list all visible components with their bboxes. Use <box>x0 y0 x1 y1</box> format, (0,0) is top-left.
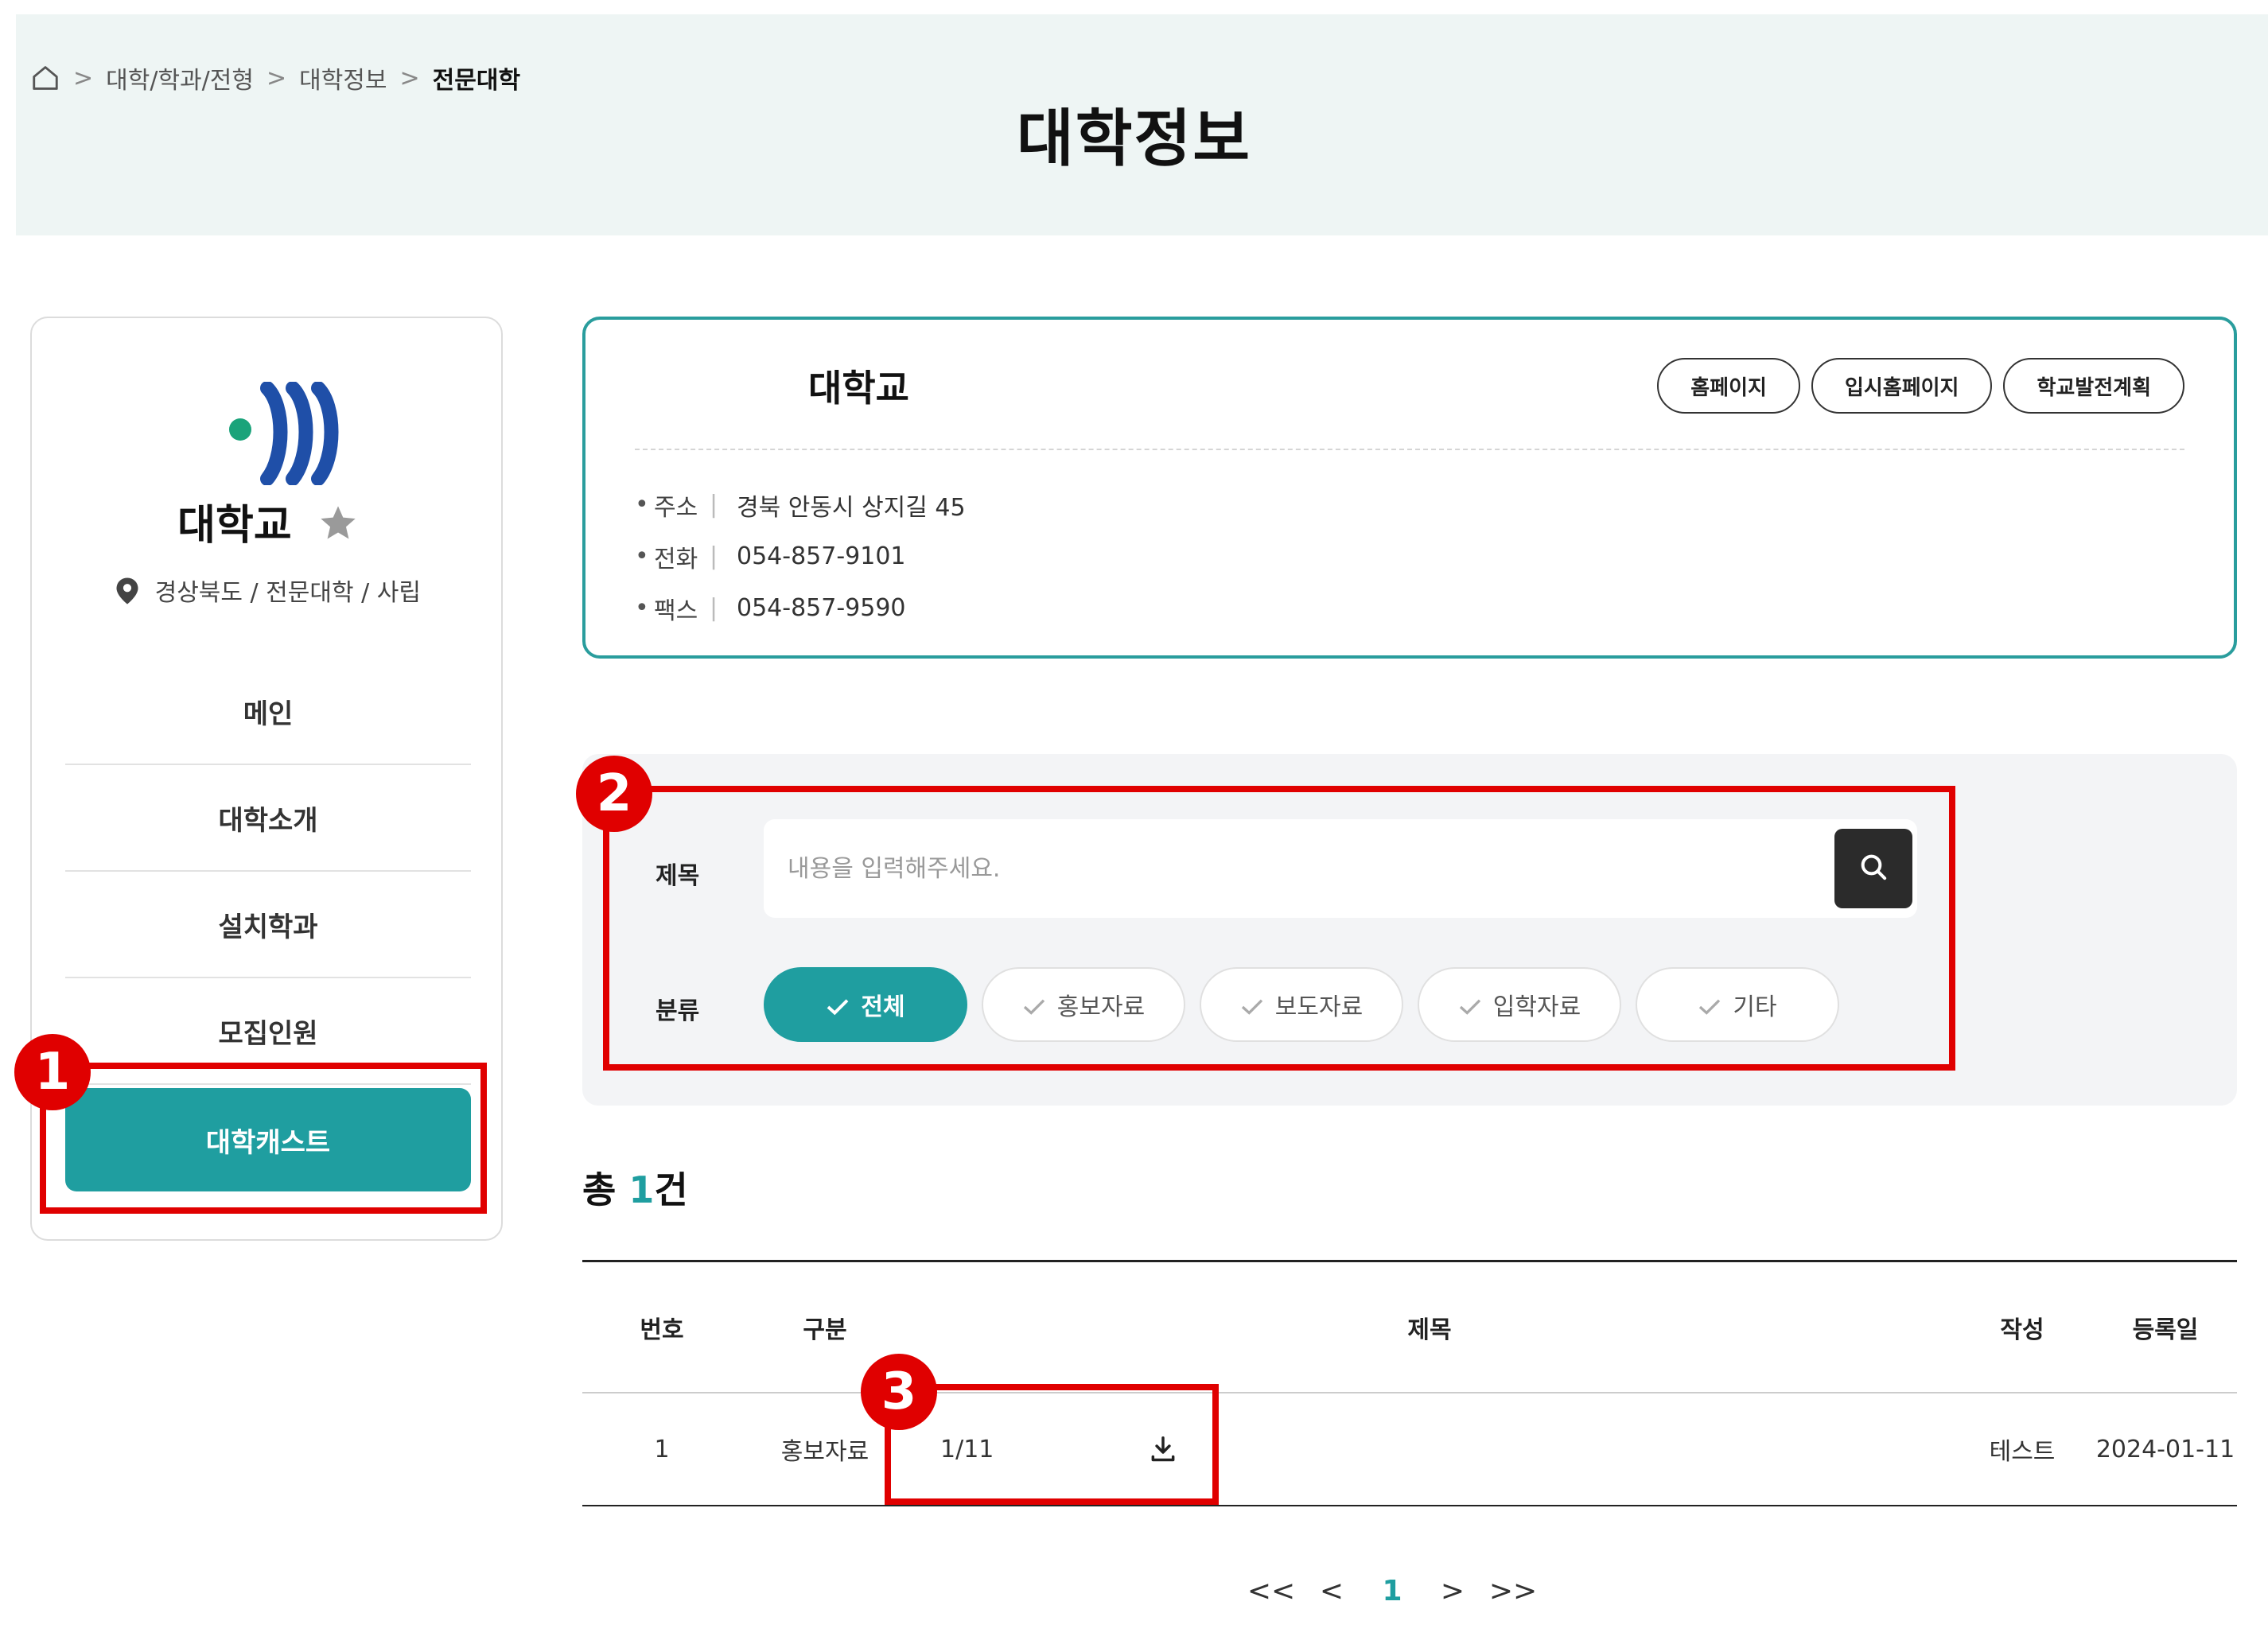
bullet-icon: • <box>635 594 649 622</box>
university-meta-text: 경상북도 / 전문대학 / 사립 <box>154 579 421 607</box>
pagination: << < 1 > >> <box>1241 1567 1543 1615</box>
info-divider-bar: | <box>710 491 718 519</box>
bullet-icon: • <box>635 542 649 570</box>
info-label: 전화 <box>654 545 698 573</box>
university-info-card: 대학교 홈페이지 입시홈페이지 학교발전계획 • 주소 | 경북 안동시 상지길… <box>582 317 2237 659</box>
table-row[interactable]: 1 홍보자료 1/11 테스트 2024-01-11 <box>582 1393 2237 1506</box>
university-meta: 경상북도 / 전문대학 / 사립 <box>32 573 504 608</box>
total-number: 1 <box>628 1168 655 1211</box>
annotation-box-2 <box>603 786 1955 1071</box>
info-value: 경북 안동시 상지길 45 <box>737 493 966 522</box>
page-number-current[interactable]: 1 <box>1362 1567 1422 1615</box>
star-icon[interactable] <box>317 503 359 544</box>
admission-homepage-button[interactable]: 입시홈페이지 <box>1811 358 1993 414</box>
header-title: 제목 <box>1407 1316 1452 1344</box>
info-label: 팩스 <box>654 597 698 625</box>
last-page-button[interactable]: >> <box>1483 1567 1543 1615</box>
info-divider <box>635 449 2184 450</box>
header-author: 작성 <box>2000 1316 2044 1344</box>
row-date: 2024-01-11 <box>2095 1435 2235 1463</box>
info-label: 주소 <box>654 493 698 522</box>
homepage-button[interactable]: 홈페이지 <box>1657 358 1800 414</box>
university-name-text: 대학교 <box>177 502 292 550</box>
table-header: 번호 구분 제목 작성 등록일 <box>582 1260 2237 1393</box>
next-page-button[interactable]: > <box>1422 1567 1483 1615</box>
row-number: 1 <box>654 1435 670 1463</box>
university-name: 대학교 <box>32 492 504 551</box>
total-count: 총 1건 <box>582 1161 688 1214</box>
prev-page-button[interactable]: < <box>1301 1567 1362 1615</box>
info-row-address: • 주소 | 경북 안동시 상지길 45 <box>635 479 966 531</box>
info-divider-bar: | <box>710 594 718 622</box>
annotation-box-1 <box>40 1063 487 1214</box>
info-card-buttons: 홈페이지 입시홈페이지 학교발전계획 <box>1657 358 2184 414</box>
total-prefix: 총 <box>582 1168 629 1211</box>
location-pin-icon <box>115 577 139 605</box>
bullet-icon: • <box>635 491 649 519</box>
sidebar-item-departments[interactable]: 설치학과 <box>65 872 471 978</box>
breadcrumb-separator: > <box>73 64 94 92</box>
row-author: 테스트 <box>1989 1438 2056 1466</box>
annotation-badge-3: 3 <box>861 1354 937 1430</box>
header-number: 번호 <box>640 1316 684 1344</box>
info-divider-bar: | <box>710 542 718 570</box>
sidebar-item-main[interactable]: 메인 <box>65 659 471 765</box>
development-plan-button[interactable]: 학교발전계획 <box>2003 358 2184 414</box>
info-card-title: 대학교 <box>808 367 909 410</box>
annotation-badge-1: 1 <box>14 1034 91 1110</box>
header-date: 등록일 <box>2132 1316 2199 1344</box>
total-suffix: 건 <box>654 1168 688 1211</box>
university-logo-icon <box>221 381 348 486</box>
info-list: • 주소 | 경북 안동시 상지길 45 • 전화 | 054-857-9101… <box>635 479 966 634</box>
first-page-button[interactable]: << <box>1241 1567 1301 1615</box>
annotation-badge-2: 2 <box>576 756 652 832</box>
page-title: 대학정보 <box>1016 103 1252 175</box>
info-row-phone: • 전화 | 054-857-9101 <box>635 531 966 582</box>
info-value: 054-857-9590 <box>737 594 906 622</box>
info-value: 054-857-9101 <box>737 542 906 570</box>
cast-table: 번호 구분 제목 작성 등록일 1 홍보자료 1/11 테스트 2024-01-… <box>582 1260 2237 1506</box>
breadcrumb-separator: > <box>399 64 420 92</box>
sidebar-item-introduction[interactable]: 대학소개 <box>65 765 471 872</box>
breadcrumb-separator: > <box>266 64 287 92</box>
info-row-fax: • 팩스 | 054-857-9590 <box>635 582 966 634</box>
